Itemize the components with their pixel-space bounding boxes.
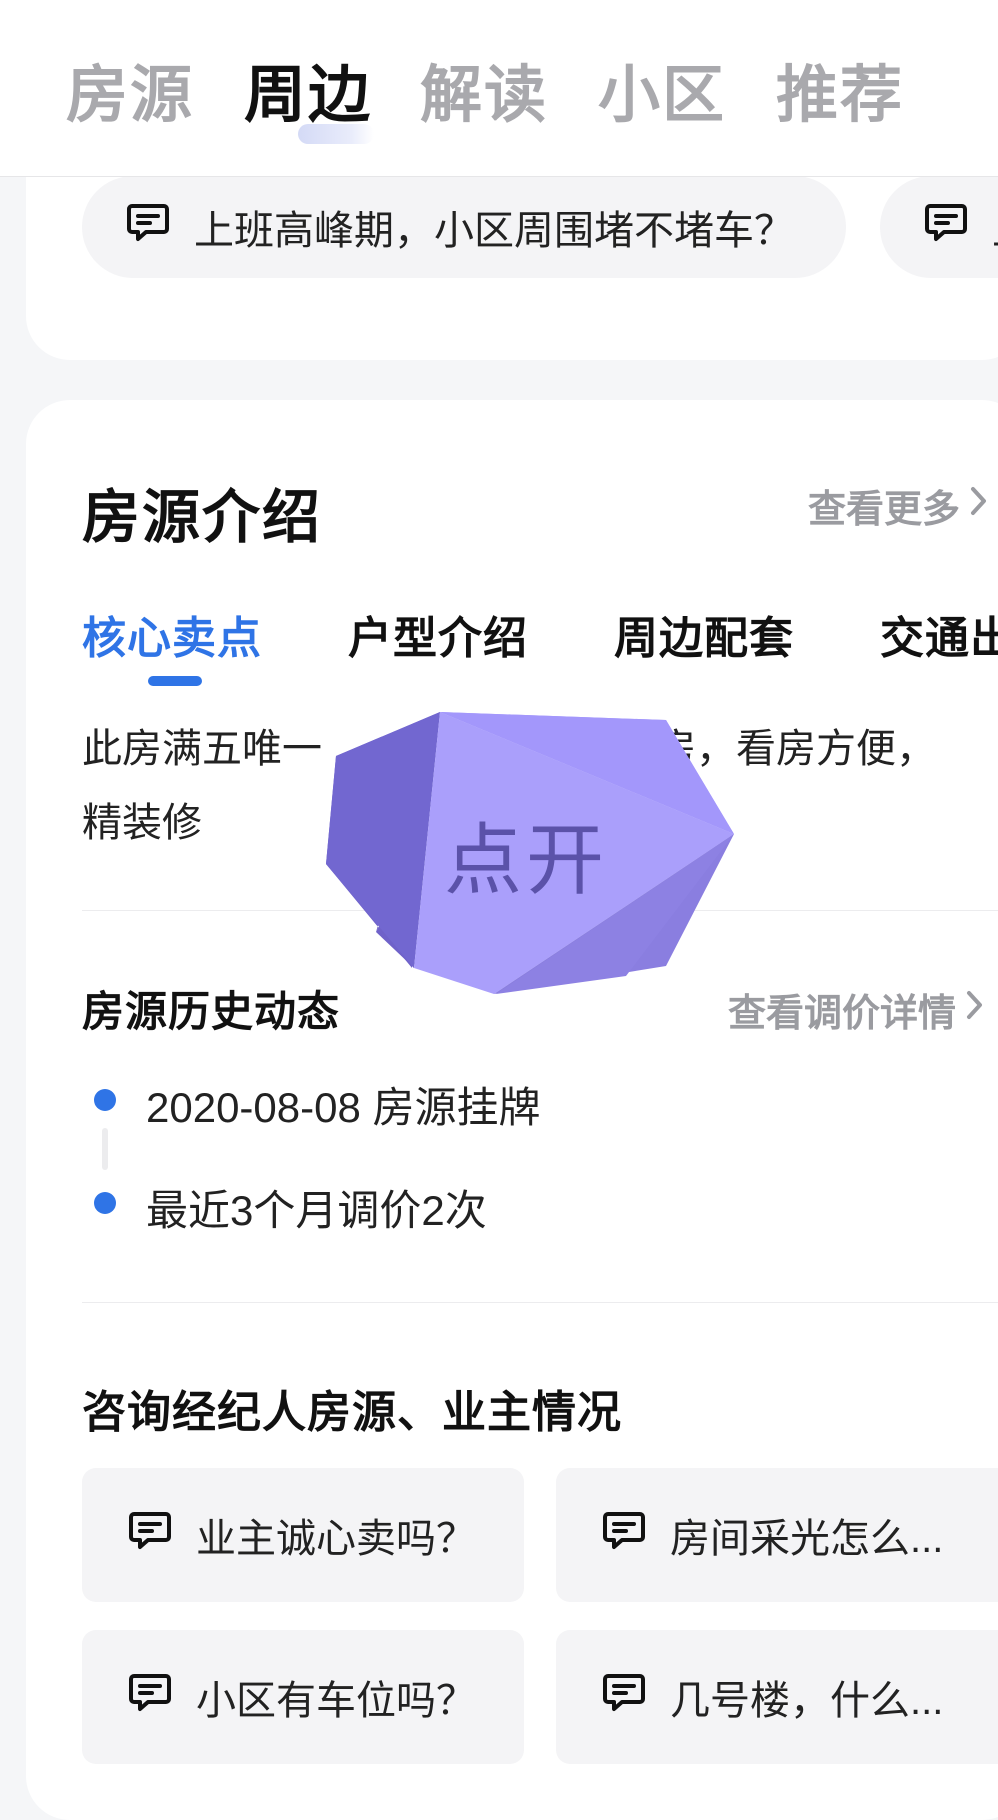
price-details-link[interactable]: 查看调价详情 bbox=[728, 982, 986, 1037]
divider bbox=[82, 1302, 998, 1303]
question-pill[interactable]: 上班高峰期，小区周围堵不堵车？ bbox=[82, 176, 846, 278]
bubble-label: 点开 bbox=[444, 816, 609, 904]
timeline-event: 最近3个月调价2次 bbox=[146, 1187, 487, 1234]
tab-interpretation[interactable]: 解读 bbox=[420, 56, 548, 136]
subtab-core-selling-points[interactable]: 核心卖点 bbox=[82, 602, 262, 666]
active-tab-indicator bbox=[298, 124, 374, 144]
subtab-floorplan[interactable]: 户型介绍 bbox=[348, 602, 528, 666]
consult-question-button[interactable]: 小区有车位吗？ bbox=[82, 1630, 524, 1764]
timeline-dot bbox=[94, 1192, 116, 1214]
question-pill-text: 上班高峰期，小区周围堵不堵车？ bbox=[194, 209, 794, 253]
timeline-connector bbox=[102, 1128, 108, 1170]
subtab-transport[interactable]: 交通出 bbox=[880, 602, 998, 666]
chevron-right-icon bbox=[964, 988, 986, 1032]
consult-question-text: 小区有车位吗？ bbox=[196, 1679, 476, 1723]
consult-question-button[interactable]: 房间采光怎么... bbox=[556, 1468, 998, 1602]
question-pill[interactable]: 上 bbox=[880, 176, 998, 278]
question-pill-text: 上 bbox=[992, 198, 998, 256]
description-line1-left: 此房满五唯一 bbox=[82, 727, 322, 771]
consult-question-text: 房间采光怎么... bbox=[670, 1517, 944, 1561]
consult-question-button[interactable]: 业主诚心卖吗？ bbox=[82, 1468, 524, 1602]
consult-question-button[interactable]: 几号楼，什么... bbox=[556, 1630, 998, 1764]
chat-bubble-icon bbox=[600, 1668, 648, 1726]
timeline-event: 2020-08-08 房源挂牌 bbox=[146, 1084, 541, 1131]
open-bubble-overlay[interactable]: 点开 bbox=[296, 706, 756, 1016]
view-more-link[interactable]: 查看更多 bbox=[808, 478, 990, 533]
consult-question-text: 几号楼，什么... bbox=[670, 1679, 944, 1723]
active-subtab-indicator bbox=[148, 676, 202, 686]
view-more-label: 查看更多 bbox=[808, 489, 961, 531]
chevron-right-icon bbox=[968, 484, 990, 528]
tab-listing[interactable]: 房源 bbox=[66, 56, 194, 136]
top-tab-bar: 房源 周边 解读 小区 推荐 bbox=[0, 0, 998, 177]
chat-bubble-icon bbox=[126, 1506, 174, 1564]
chat-bubble-icon bbox=[600, 1506, 648, 1564]
tab-recommend[interactable]: 推荐 bbox=[776, 56, 904, 136]
price-details-label: 查看调价详情 bbox=[728, 993, 957, 1035]
consult-question-text: 业主诚心卖吗？ bbox=[196, 1517, 476, 1561]
timeline-dot bbox=[94, 1089, 116, 1111]
tab-community[interactable]: 小区 bbox=[598, 56, 726, 136]
section-title: 房源介绍 bbox=[82, 485, 323, 550]
chat-bubble-icon bbox=[124, 198, 172, 256]
chat-bubble-icon bbox=[922, 198, 970, 256]
chat-bubble-icon bbox=[126, 1668, 174, 1726]
consult-title: 咨询经纪人房源、业主情况 bbox=[82, 1388, 622, 1437]
subtab-amenities[interactable]: 周边配套 bbox=[614, 602, 794, 666]
